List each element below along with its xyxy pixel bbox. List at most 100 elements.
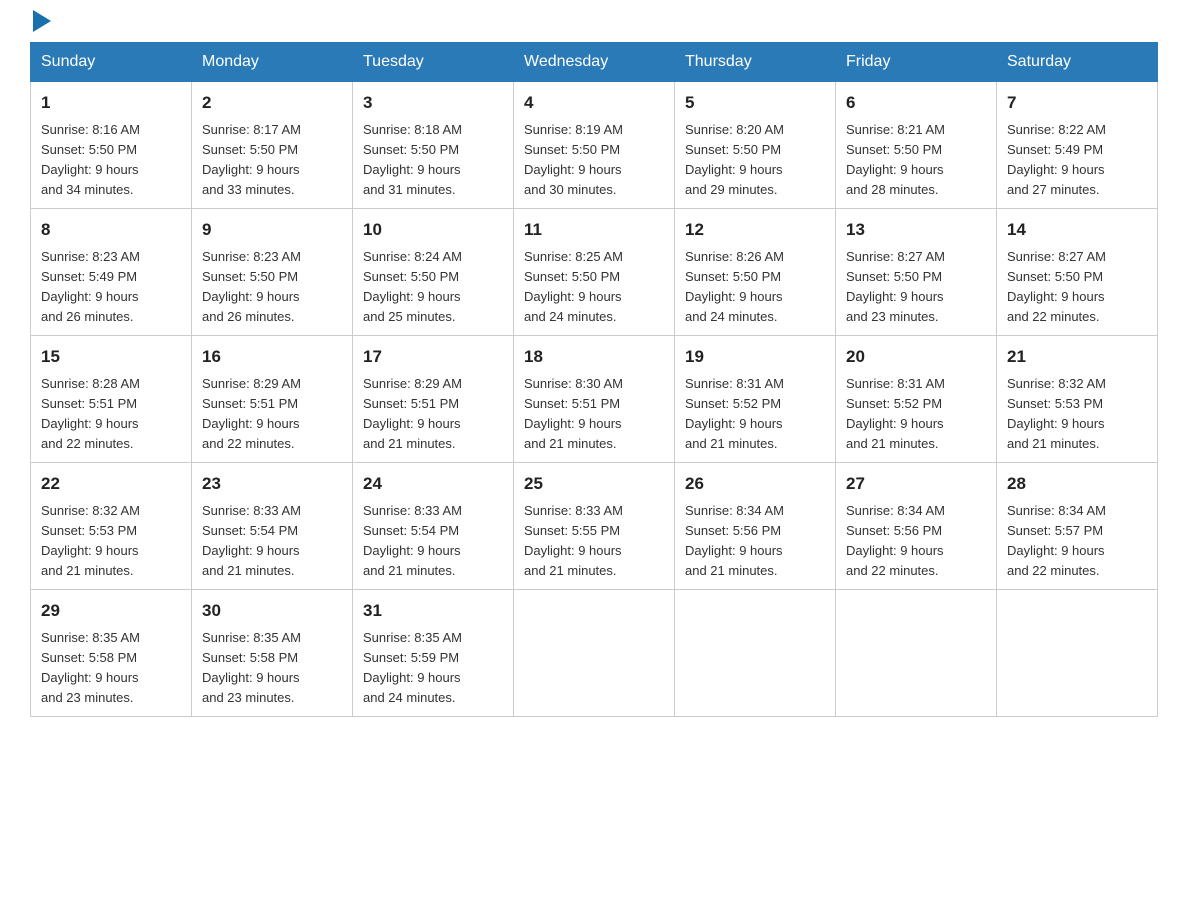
weekday-header-monday: Monday (192, 43, 353, 82)
weekday-header-thursday: Thursday (675, 43, 836, 82)
day-info: Sunrise: 8:20 AMSunset: 5:50 PMDaylight:… (685, 122, 784, 197)
calendar-day-cell (836, 590, 997, 717)
day-info: Sunrise: 8:17 AMSunset: 5:50 PMDaylight:… (202, 122, 301, 197)
day-number: 31 (363, 598, 503, 624)
day-number: 29 (41, 598, 181, 624)
day-number: 18 (524, 344, 664, 370)
logo-triangle-icon (33, 10, 51, 32)
calendar-day-cell: 17 Sunrise: 8:29 AMSunset: 5:51 PMDayligh… (353, 336, 514, 463)
day-number: 25 (524, 471, 664, 497)
weekday-header-friday: Friday (836, 43, 997, 82)
calendar-day-cell: 22 Sunrise: 8:32 AMSunset: 5:53 PMDayligh… (31, 463, 192, 590)
day-info: Sunrise: 8:35 AMSunset: 5:58 PMDaylight:… (41, 630, 140, 705)
calendar-day-cell: 12 Sunrise: 8:26 AMSunset: 5:50 PMDayligh… (675, 209, 836, 336)
calendar-day-cell: 30 Sunrise: 8:35 AMSunset: 5:58 PMDayligh… (192, 590, 353, 717)
day-number: 21 (1007, 344, 1147, 370)
day-number: 3 (363, 90, 503, 116)
day-number: 17 (363, 344, 503, 370)
day-info: Sunrise: 8:30 AMSunset: 5:51 PMDaylight:… (524, 376, 623, 451)
day-number: 11 (524, 217, 664, 243)
day-info: Sunrise: 8:35 AMSunset: 5:58 PMDaylight:… (202, 630, 301, 705)
day-info: Sunrise: 8:32 AMSunset: 5:53 PMDaylight:… (1007, 376, 1106, 451)
day-info: Sunrise: 8:18 AMSunset: 5:50 PMDaylight:… (363, 122, 462, 197)
day-info: Sunrise: 8:31 AMSunset: 5:52 PMDaylight:… (685, 376, 784, 451)
day-info: Sunrise: 8:33 AMSunset: 5:54 PMDaylight:… (202, 503, 301, 578)
day-info: Sunrise: 8:33 AMSunset: 5:55 PMDaylight:… (524, 503, 623, 578)
weekday-header-tuesday: Tuesday (353, 43, 514, 82)
day-number: 6 (846, 90, 986, 116)
calendar-day-cell: 4 Sunrise: 8:19 AMSunset: 5:50 PMDaylight… (514, 82, 675, 209)
day-number: 22 (41, 471, 181, 497)
day-number: 16 (202, 344, 342, 370)
day-number: 1 (41, 90, 181, 116)
calendar-week-row: 29 Sunrise: 8:35 AMSunset: 5:58 PMDayligh… (31, 590, 1158, 717)
calendar-day-cell: 21 Sunrise: 8:32 AMSunset: 5:53 PMDayligh… (997, 336, 1158, 463)
day-info: Sunrise: 8:29 AMSunset: 5:51 PMDaylight:… (363, 376, 462, 451)
day-number: 9 (202, 217, 342, 243)
calendar-day-cell: 13Sunrise: 8:27 AMSunset: 5:50 PMDayligh… (836, 209, 997, 336)
day-info: Sunrise: 8:22 AMSunset: 5:49 PMDaylight:… (1007, 122, 1106, 197)
calendar-day-cell: 10 Sunrise: 8:24 AMSunset: 5:50 PMDayligh… (353, 209, 514, 336)
day-info: Sunrise: 8:27 AMSunset: 5:50 PMDaylight:… (1007, 249, 1106, 324)
calendar-week-row: 15Sunrise: 8:28 AMSunset: 5:51 PMDayligh… (31, 336, 1158, 463)
day-number: 27 (846, 471, 986, 497)
calendar-day-cell: 3 Sunrise: 8:18 AMSunset: 5:50 PMDaylight… (353, 82, 514, 209)
calendar-day-cell: 16 Sunrise: 8:29 AMSunset: 5:51 PMDayligh… (192, 336, 353, 463)
day-number: 12 (685, 217, 825, 243)
calendar-day-cell: 24Sunrise: 8:33 AMSunset: 5:54 PMDayligh… (353, 463, 514, 590)
day-info: Sunrise: 8:23 AMSunset: 5:50 PMDaylight:… (202, 249, 301, 324)
calendar-day-cell: 25 Sunrise: 8:33 AMSunset: 5:55 PMDayligh… (514, 463, 675, 590)
day-number: 13 (846, 217, 986, 243)
day-number: 14 (1007, 217, 1147, 243)
day-info: Sunrise: 8:34 AMSunset: 5:56 PMDaylight:… (846, 503, 945, 578)
day-number: 10 (363, 217, 503, 243)
calendar-day-cell: 14 Sunrise: 8:27 AMSunset: 5:50 PMDayligh… (997, 209, 1158, 336)
day-info: Sunrise: 8:23 AMSunset: 5:49 PMDaylight:… (41, 249, 140, 324)
weekday-header-wednesday: Wednesday (514, 43, 675, 82)
calendar-day-cell (514, 590, 675, 717)
day-number: 30 (202, 598, 342, 624)
day-number: 8 (41, 217, 181, 243)
weekday-header-sunday: Sunday (31, 43, 192, 82)
day-info: Sunrise: 8:34 AMSunset: 5:57 PMDaylight:… (1007, 503, 1106, 578)
day-info: Sunrise: 8:19 AMSunset: 5:50 PMDaylight:… (524, 122, 623, 197)
calendar-day-cell: 27 Sunrise: 8:34 AMSunset: 5:56 PMDayligh… (836, 463, 997, 590)
day-number: 19 (685, 344, 825, 370)
calendar-day-cell: 5 Sunrise: 8:20 AMSunset: 5:50 PMDaylight… (675, 82, 836, 209)
weekday-header-saturday: Saturday (997, 43, 1158, 82)
calendar-week-row: 22 Sunrise: 8:32 AMSunset: 5:53 PMDayligh… (31, 463, 1158, 590)
day-number: 5 (685, 90, 825, 116)
day-info: Sunrise: 8:34 AMSunset: 5:56 PMDaylight:… (685, 503, 784, 578)
day-info: Sunrise: 8:24 AMSunset: 5:50 PMDaylight:… (363, 249, 462, 324)
calendar-day-cell: 26 Sunrise: 8:34 AMSunset: 5:56 PMDayligh… (675, 463, 836, 590)
calendar-day-cell: 6 Sunrise: 8:21 AMSunset: 5:50 PMDaylight… (836, 82, 997, 209)
day-info: Sunrise: 8:21 AMSunset: 5:50 PMDaylight:… (846, 122, 945, 197)
day-info: Sunrise: 8:33 AMSunset: 5:54 PMDaylight:… (363, 503, 462, 578)
day-number: 15 (41, 344, 181, 370)
day-info: Sunrise: 8:32 AMSunset: 5:53 PMDaylight:… (41, 503, 140, 578)
calendar-day-cell: 2Sunrise: 8:17 AMSunset: 5:50 PMDaylight… (192, 82, 353, 209)
logo (30, 20, 51, 32)
calendar-day-cell (675, 590, 836, 717)
day-info: Sunrise: 8:31 AMSunset: 5:52 PMDaylight:… (846, 376, 945, 451)
day-number: 26 (685, 471, 825, 497)
weekday-header-row: SundayMondayTuesdayWednesdayThursdayFrid… (31, 43, 1158, 82)
calendar-day-cell: 31 Sunrise: 8:35 AMSunset: 5:59 PMDayligh… (353, 590, 514, 717)
calendar-day-cell: 18 Sunrise: 8:30 AMSunset: 5:51 PMDayligh… (514, 336, 675, 463)
calendar-day-cell: 20 Sunrise: 8:31 AMSunset: 5:52 PMDayligh… (836, 336, 997, 463)
day-info: Sunrise: 8:25 AMSunset: 5:50 PMDaylight:… (524, 249, 623, 324)
calendar-day-cell: 9 Sunrise: 8:23 AMSunset: 5:50 PMDaylight… (192, 209, 353, 336)
page-header (30, 20, 1158, 32)
day-info: Sunrise: 8:26 AMSunset: 5:50 PMDaylight:… (685, 249, 784, 324)
calendar-day-cell: 15Sunrise: 8:28 AMSunset: 5:51 PMDayligh… (31, 336, 192, 463)
day-number: 4 (524, 90, 664, 116)
day-number: 7 (1007, 90, 1147, 116)
day-number: 23 (202, 471, 342, 497)
day-info: Sunrise: 8:29 AMSunset: 5:51 PMDaylight:… (202, 376, 301, 451)
day-info: Sunrise: 8:16 AMSunset: 5:50 PMDaylight:… (41, 122, 140, 197)
day-number: 20 (846, 344, 986, 370)
day-info: Sunrise: 8:35 AMSunset: 5:59 PMDaylight:… (363, 630, 462, 705)
calendar-day-cell: 1 Sunrise: 8:16 AMSunset: 5:50 PMDaylight… (31, 82, 192, 209)
day-number: 28 (1007, 471, 1147, 497)
calendar-day-cell: 29 Sunrise: 8:35 AMSunset: 5:58 PMDayligh… (31, 590, 192, 717)
